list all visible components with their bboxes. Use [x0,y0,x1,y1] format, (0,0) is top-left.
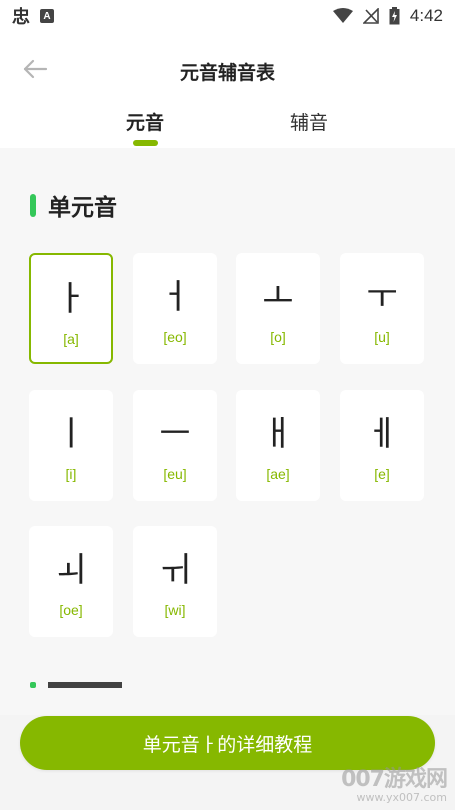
vowel-glyph: ㅜ [366,277,398,317]
active-tab-indicator [133,140,158,146]
vowel-glyph: ㅓ [159,277,191,317]
section-header: 单元音 [30,188,117,222]
vowel-romanization: [u] [374,329,390,345]
vowel-card[interactable]: ㅡ [eu] [133,390,217,501]
section-accent-bar [30,682,36,688]
vowel-glyph: ㅟ [159,550,191,590]
page-title: 元音辅音表 [179,62,275,84]
app-notification-icon: 忠 [12,7,30,27]
vowel-card[interactable]: ㅓ [eo] [133,253,217,364]
watermark-logo-text: 007游戏网 [341,767,448,792]
vowel-romanization: [eu] [163,466,187,482]
wifi-icon [332,8,353,24]
next-section-header-peek [30,682,122,688]
vowel-romanization: [wi] [164,602,186,618]
status-bar: 忠 A 4:42 [0,0,455,32]
status-left: 忠 A [12,3,54,29]
vowel-romanization: [e] [374,466,390,482]
section-title: 单元音 [48,195,117,221]
vowel-card[interactable]: ㅣ [i] [29,390,113,501]
tab-consonants[interactable]: 辅音 [290,108,328,135]
status-time: 4:42 [409,6,443,25]
tab-bar: 元音 辅音 [0,104,455,148]
vowel-card[interactable]: ㅟ [wi] [133,526,217,637]
vowel-romanization: [a] [63,331,79,347]
vowel-romanization: [i] [65,466,77,482]
section-title-clipped [48,682,122,688]
vowel-card[interactable]: ㅔ [e] [340,390,424,501]
tab-vowels[interactable]: 元音 [126,108,164,135]
vowel-glyph: ㅔ [366,414,398,454]
vowel-glyph: ㅚ [55,550,87,590]
app-header: 元音辅音表 [0,32,455,108]
vowel-glyph: ㅗ [262,277,294,317]
watermark: 007游戏网 www.yx007.com [341,761,448,804]
vowel-glyph: ㅣ [55,414,87,454]
watermark-url: www.yx007.com [356,791,447,804]
vowel-glyph: ㅐ [262,414,294,454]
vowel-romanization: [ae] [266,466,290,482]
a-icon: A [40,9,54,23]
vowel-card[interactable]: ㅗ [o] [236,253,320,364]
no-signal-icon [362,8,379,24]
vowel-glyph: ㅡ [159,414,191,454]
vowel-card[interactable]: ㅐ [ae] [236,390,320,501]
vowel-romanization: [o] [270,329,286,345]
status-right: 4:42 [332,6,443,26]
section-accent-bar [30,193,36,217]
vowel-card[interactable]: ㅏ [a] [29,253,113,364]
battery-charging-icon [389,7,400,25]
vowel-card[interactable]: ㅜ [u] [340,253,424,364]
vowel-glyph: ㅏ [55,279,87,319]
vowel-romanization: [oe] [59,602,83,618]
vowel-romanization: [eo] [163,329,187,345]
vowel-card[interactable]: ㅚ [oe] [29,526,113,637]
